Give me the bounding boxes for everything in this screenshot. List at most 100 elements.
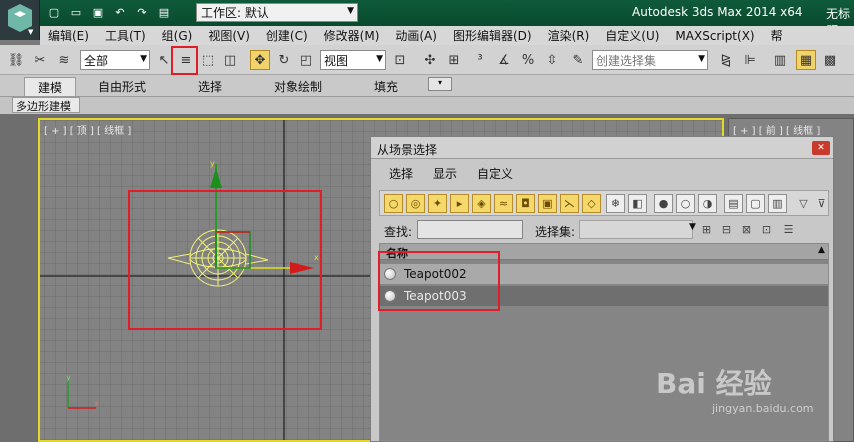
selection-set-rename-icon[interactable]: ⊡: [757, 220, 776, 239]
mirror-icon[interactable]: ⧎: [716, 50, 736, 70]
menu-edit[interactable]: 编辑(E): [40, 27, 97, 44]
menu-modifiers[interactable]: 修改器(M): [316, 27, 388, 44]
menu-create[interactable]: 创建(C): [258, 27, 316, 44]
select-scale-icon[interactable]: ◰: [296, 50, 316, 70]
dialog-filter-toolbar: ○ ◎ ✦ ▸ ◈ ≈ ◘ ▣ ⋋ ◇ ❄ ◧ ● ○ ◑ ▤ ▢ ▥ ▽ ⊽: [379, 190, 829, 216]
named-selection-set-dropdown[interactable]: 创建选择集 ▼: [592, 50, 708, 70]
front-viewport-label[interactable]: [ + ] [ 前 ] [ 线框 ]: [733, 122, 820, 137]
find-input[interactable]: [417, 220, 523, 239]
display-groups-icon[interactable]: ◘: [516, 194, 535, 213]
reference-coordinate-dropdown[interactable]: 视图 ▼: [320, 50, 386, 70]
display-bones-icon[interactable]: ⋋: [560, 194, 579, 213]
menu-tools[interactable]: 工具(T): [97, 27, 154, 44]
display-cameras-icon[interactable]: ▸: [450, 194, 469, 213]
annotation-box-teapot-list: [378, 251, 500, 311]
selection-set-add-icon[interactable]: ⊞: [697, 220, 716, 239]
select-manipulate-icon[interactable]: ✣: [420, 50, 440, 70]
selection-set-select-icon[interactable]: ⊠: [737, 220, 756, 239]
dialog-title: 从场景选择: [377, 143, 438, 157]
select-move-icon[interactable]: ✥: [250, 50, 270, 70]
menu-customize[interactable]: 自定义(U): [597, 27, 667, 44]
ribbon-tab-selection[interactable]: 选择: [198, 78, 222, 95]
axis-x-label: x: [94, 399, 99, 408]
menu-maxscript[interactable]: MAXScript(X): [667, 29, 762, 43]
ribbon-tab-freeform[interactable]: 自由形式: [98, 78, 146, 95]
open-file-icon[interactable]: ▭: [66, 3, 86, 21]
select-none-icon[interactable]: ▢: [746, 194, 765, 213]
dialog-menu-select[interactable]: 选择: [379, 165, 423, 182]
ribbon-tab-populate[interactable]: 填充: [374, 78, 398, 95]
selection-set-remove-icon[interactable]: ⊟: [717, 220, 736, 239]
watermark-url: jingyan.baidu.com: [712, 402, 814, 415]
project-folder-icon[interactable]: ▤: [154, 3, 174, 21]
polygon-modeling-tab[interactable]: 多边形建模: [12, 97, 80, 113]
menu-graph-editors[interactable]: 图形编辑器(D): [445, 27, 540, 44]
undo-icon[interactable]: ↶: [110, 3, 130, 21]
display-lights-icon[interactable]: ✦: [428, 194, 447, 213]
align-icon[interactable]: ⊫: [740, 50, 760, 70]
bind-space-warp-icon[interactable]: ≋: [54, 50, 74, 70]
curve-editor-icon[interactable]: ▩: [820, 50, 840, 70]
display-none-icon[interactable]: ○: [676, 194, 695, 213]
spinner-snap-icon[interactable]: ⇳: [542, 50, 562, 70]
keyboard-shortcut-override-icon[interactable]: ⊞: [444, 50, 464, 70]
rectangular-selection-icon[interactable]: ⬚: [198, 50, 218, 70]
pivot-center-icon[interactable]: ⊡: [390, 50, 410, 70]
menu-help[interactable]: 帮: [763, 27, 791, 44]
ribbon-options-icon[interactable]: ▾: [428, 77, 452, 91]
graphite-modeling-toggle-icon[interactable]: ▦: [796, 50, 816, 70]
display-frozen-icon[interactable]: ❄: [606, 194, 625, 213]
window-crossing-icon[interactable]: ◫: [220, 50, 240, 70]
app-title: Autodesk 3ds Max 2014 x64: [632, 5, 803, 19]
app-logo-icon[interactable]: ▼: [0, 0, 40, 40]
display-shapes-icon[interactable]: ◎: [406, 194, 425, 213]
chevron-down-icon: ▼: [689, 222, 696, 232]
watermark-logo: Bai 经验: [656, 367, 772, 400]
filter-icon[interactable]: ▽: [794, 194, 813, 213]
display-containers-icon[interactable]: ◇: [582, 194, 601, 213]
select-rotate-icon[interactable]: ↻: [274, 50, 294, 70]
chevron-down-icon: ▼: [376, 54, 383, 64]
menu-animation[interactable]: 动画(A): [387, 27, 445, 44]
angle-snap-icon[interactable]: ∡: [494, 50, 514, 70]
menu-rendering[interactable]: 渲染(R): [540, 27, 598, 44]
selection-set-dropdown[interactable]: [579, 220, 693, 239]
snaps-toggle-icon[interactable]: ³: [470, 50, 490, 70]
percent-snap-icon[interactable]: %: [518, 50, 538, 70]
display-space-warps-icon[interactable]: ≈: [494, 194, 513, 213]
find-label: 查找:: [384, 225, 413, 239]
chevron-down-icon: ▼: [698, 54, 705, 64]
ribbon-tabs: 建模 自由形式 选择 对象绘制 填充 ▾: [0, 75, 854, 97]
unlink-icon[interactable]: ✂: [30, 50, 50, 70]
annotation-box-teapot: [128, 190, 322, 330]
title-bar: ▼ ▢ ▭ ▣ ↶ ↷ ▤ 工作区: 默认 ▼ Autodesk 3ds Max…: [0, 0, 854, 40]
dialog-menu-customize[interactable]: 自定义: [467, 165, 523, 182]
display-hidden-icon[interactable]: ◧: [628, 194, 647, 213]
select-all-icon[interactable]: ▤: [724, 194, 743, 213]
menu-view[interactable]: 视图(V): [200, 27, 258, 44]
display-xrefs-icon[interactable]: ▣: [538, 194, 557, 213]
display-helpers-icon[interactable]: ◈: [472, 194, 491, 213]
redo-icon[interactable]: ↷: [132, 3, 152, 21]
workspace-dropdown[interactable]: 工作区: 默认 ▼: [196, 3, 358, 22]
select-invert-icon[interactable]: ▥: [768, 194, 787, 213]
link-icon[interactable]: ⛓: [6, 50, 26, 70]
layer-manager-icon[interactable]: ▥: [770, 50, 790, 70]
selection-set-options-icon[interactable]: ☰: [779, 220, 798, 239]
display-invert-icon[interactable]: ◑: [698, 194, 717, 213]
filter-options-icon[interactable]: ⊽: [812, 194, 831, 213]
viewport-label[interactable]: [ + ] [ 顶 ] [ 线框 ]: [44, 122, 131, 137]
new-file-icon[interactable]: ▢: [44, 3, 64, 21]
save-icon[interactable]: ▣: [88, 3, 108, 21]
selection-filter-dropdown[interactable]: 全部 ▼: [80, 50, 150, 70]
dialog-menu-display[interactable]: 显示: [423, 165, 467, 182]
ribbon-tab-object-paint[interactable]: 对象绘制: [274, 78, 322, 95]
menu-group[interactable]: 组(G): [154, 27, 201, 44]
find-row: 查找: 选择集: ▼ ⊞ ⊟ ⊠ ⊡ ☰: [379, 219, 829, 241]
ribbon-tab-modeling[interactable]: 建模: [24, 77, 76, 96]
dialog-title-bar[interactable]: 从场景选择 ✕: [371, 137, 833, 159]
edit-named-selection-icon[interactable]: ✎: [568, 50, 588, 70]
display-geometry-icon[interactable]: ○: [384, 194, 403, 213]
close-icon[interactable]: ✕: [812, 141, 830, 155]
display-all-icon[interactable]: ●: [654, 194, 673, 213]
